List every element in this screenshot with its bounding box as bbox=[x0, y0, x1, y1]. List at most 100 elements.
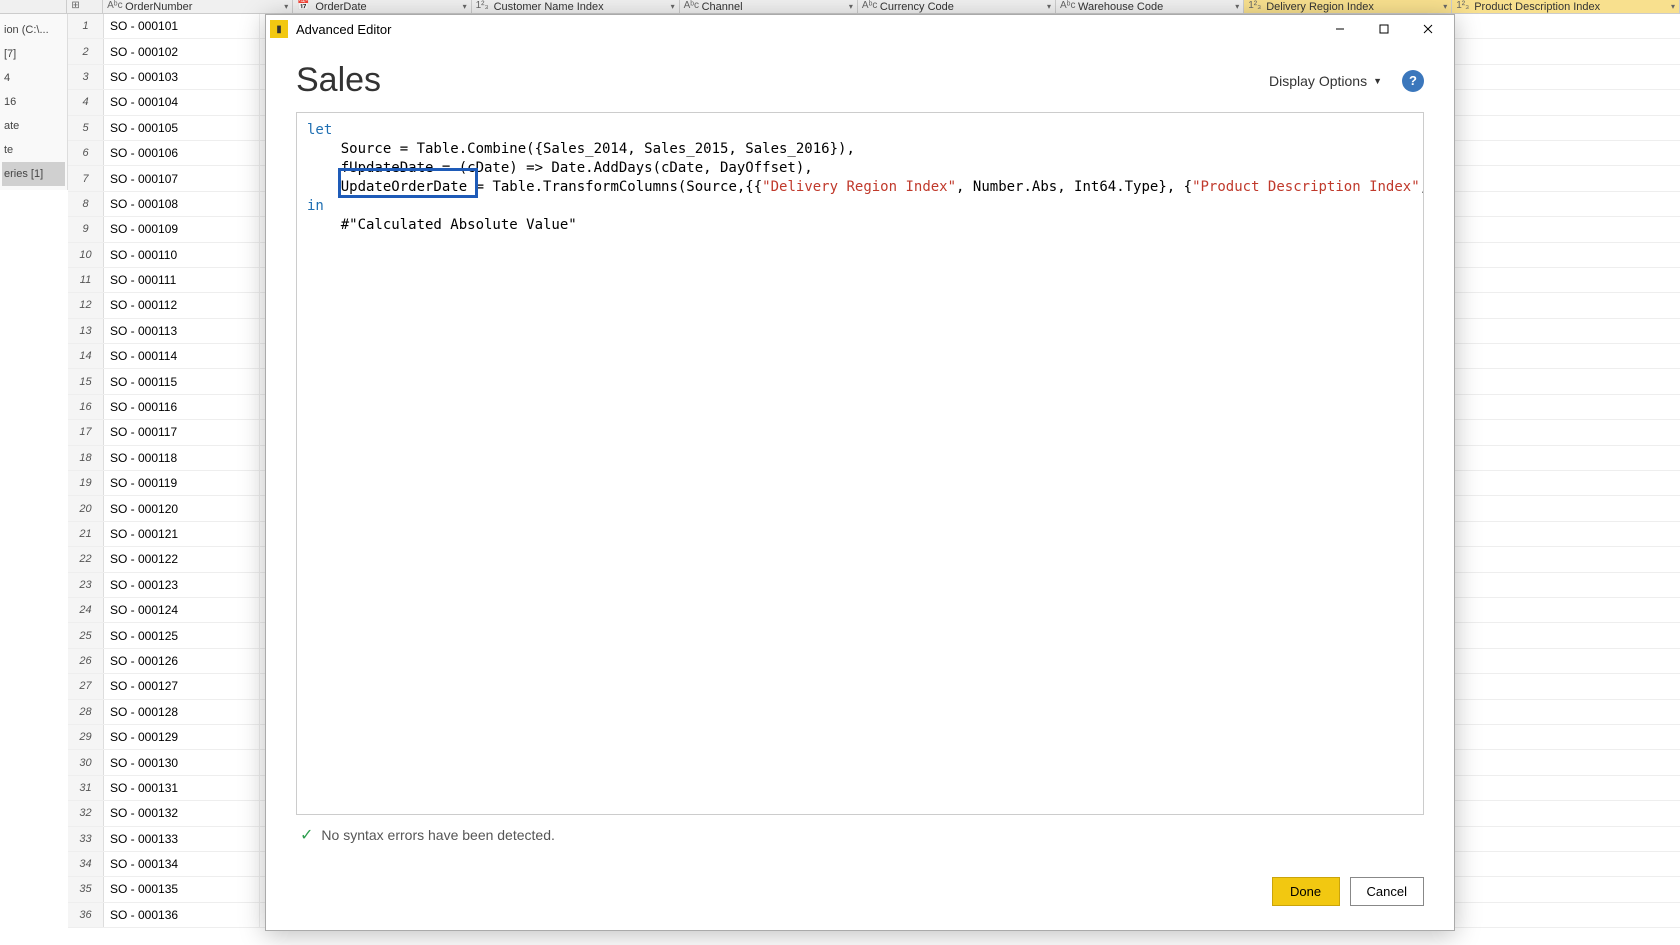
done-button[interactable]: Done bbox=[1272, 877, 1340, 906]
cell-ordernumber[interactable]: SO - 000108 bbox=[104, 192, 260, 216]
cell-ordernumber[interactable]: SO - 000113 bbox=[104, 319, 260, 343]
col-customername[interactable]: 1²₃Customer Name Index▾ bbox=[472, 0, 680, 13]
row-number: 30 bbox=[68, 750, 104, 774]
cell-ordernumber[interactable]: SO - 000117 bbox=[104, 420, 260, 444]
powerbi-icon: ▮ bbox=[270, 20, 288, 38]
cell-ordernumber[interactable]: SO - 000124 bbox=[104, 598, 260, 622]
cell-ordernumber[interactable]: SO - 000110 bbox=[104, 243, 260, 267]
number-type-icon: 1²₃ bbox=[1248, 0, 1262, 14]
col-channel[interactable]: AᵇcChannel▾ bbox=[680, 0, 858, 13]
code-editor[interactable]: let Source = Table.Combine({Sales_2014, … bbox=[296, 112, 1424, 815]
row-number: 9 bbox=[68, 217, 104, 241]
text-type-icon: Aᵇc bbox=[1060, 0, 1074, 14]
number-type-icon: 1²₃ bbox=[476, 0, 490, 14]
col-currency[interactable]: AᵇcCurrency Code▾ bbox=[858, 0, 1056, 13]
help-icon[interactable]: ? bbox=[1402, 70, 1424, 92]
cell-ordernumber[interactable]: SO - 000104 bbox=[104, 90, 260, 114]
cell-ordernumber[interactable]: SO - 000135 bbox=[104, 877, 260, 901]
cell-ordernumber[interactable]: SO - 000125 bbox=[104, 623, 260, 647]
chevron-down-icon[interactable]: ▾ bbox=[284, 2, 288, 11]
row-number: 24 bbox=[68, 598, 104, 622]
col-orderdate[interactable]: 📅OrderDate▾ bbox=[293, 0, 471, 13]
text-type-icon: Aᵇc bbox=[684, 0, 698, 14]
maximize-button[interactable] bbox=[1362, 15, 1406, 43]
cell-ordernumber[interactable]: SO - 000123 bbox=[104, 573, 260, 597]
cancel-button[interactable]: Cancel bbox=[1350, 877, 1424, 906]
cell-ordernumber[interactable]: SO - 000116 bbox=[104, 395, 260, 419]
cell-ordernumber[interactable]: SO - 000102 bbox=[104, 39, 260, 63]
row-number: 5 bbox=[68, 116, 104, 140]
syntax-status: ✓ No syntax errors have been detected. bbox=[296, 815, 1424, 845]
dialog-titlebar[interactable]: ▮ Advanced Editor bbox=[266, 15, 1454, 43]
queries-panel[interactable]: ion (C:\... [7] 4 16 ate te eries [1] bbox=[0, 14, 68, 190]
cell-ordernumber[interactable]: SO - 000119 bbox=[104, 471, 260, 495]
minimize-button[interactable] bbox=[1318, 15, 1362, 43]
cell-ordernumber[interactable]: SO - 000107 bbox=[104, 166, 260, 190]
cell-ordernumber[interactable]: SO - 000112 bbox=[104, 293, 260, 317]
col-ordernumber[interactable]: AᵇcOrderNumber▾ bbox=[103, 0, 293, 13]
row-number: 26 bbox=[68, 649, 104, 673]
cell-ordernumber[interactable]: SO - 000127 bbox=[104, 674, 260, 698]
advanced-editor-dialog: ▮ Advanced Editor Sales Display Options … bbox=[265, 14, 1455, 931]
chevron-down-icon[interactable]: ▾ bbox=[671, 2, 675, 11]
cell-ordernumber[interactable]: SO - 000136 bbox=[104, 903, 260, 927]
row-number: 19 bbox=[68, 471, 104, 495]
row-number: 27 bbox=[68, 674, 104, 698]
text-type-icon: Aᵇc bbox=[107, 0, 121, 14]
cell-ordernumber[interactable]: SO - 000126 bbox=[104, 649, 260, 673]
cell-ordernumber[interactable]: SO - 000131 bbox=[104, 776, 260, 800]
chevron-down-icon[interactable]: ▾ bbox=[1443, 2, 1447, 11]
cell-ordernumber[interactable]: SO - 000121 bbox=[104, 522, 260, 546]
col-warehouse[interactable]: AᵇcWarehouse Code▾ bbox=[1056, 0, 1244, 13]
cell-ordernumber[interactable]: SO - 000120 bbox=[104, 496, 260, 520]
panel-item-selected[interactable]: eries [1] bbox=[2, 162, 65, 186]
cell-ordernumber[interactable]: SO - 000128 bbox=[104, 700, 260, 724]
row-number: 21 bbox=[68, 522, 104, 546]
chevron-down-icon[interactable]: ▾ bbox=[1671, 2, 1675, 11]
cell-ordernumber[interactable]: SO - 000111 bbox=[104, 268, 260, 292]
cell-ordernumber[interactable]: SO - 000122 bbox=[104, 547, 260, 571]
cell-ordernumber[interactable]: SO - 000105 bbox=[104, 116, 260, 140]
cell-ordernumber[interactable]: SO - 000106 bbox=[104, 141, 260, 165]
row-number: 20 bbox=[68, 496, 104, 520]
chevron-down-icon[interactable]: ▾ bbox=[1047, 2, 1051, 11]
query-name: Sales bbox=[296, 61, 381, 100]
chevron-down-icon[interactable]: ▾ bbox=[849, 2, 853, 11]
row-number: 22 bbox=[68, 547, 104, 571]
col-deliveryregion[interactable]: 1²₃Delivery Region Index▾ bbox=[1244, 0, 1452, 13]
cell-ordernumber[interactable]: SO - 000103 bbox=[104, 65, 260, 89]
panel-item[interactable]: 4 bbox=[2, 66, 65, 90]
row-number: 23 bbox=[68, 573, 104, 597]
query-panel-header bbox=[0, 0, 67, 13]
cell-ordernumber[interactable]: SO - 000130 bbox=[104, 750, 260, 774]
row-number: 31 bbox=[68, 776, 104, 800]
panel-item[interactable]: [7] bbox=[2, 42, 65, 66]
row-number: 36 bbox=[68, 903, 104, 927]
cell-ordernumber[interactable]: SO - 000129 bbox=[104, 725, 260, 749]
cell-ordernumber[interactable]: SO - 000134 bbox=[104, 852, 260, 876]
row-number: 17 bbox=[68, 420, 104, 444]
panel-item[interactable]: te bbox=[2, 138, 65, 162]
chevron-down-icon[interactable]: ▾ bbox=[463, 2, 467, 11]
chevron-down-icon[interactable]: ▾ bbox=[1235, 2, 1239, 11]
panel-item[interactable]: ate bbox=[2, 114, 65, 138]
rowindex-header[interactable]: ⊞ bbox=[67, 0, 103, 13]
cell-ordernumber[interactable]: SO - 000115 bbox=[104, 369, 260, 393]
panel-item[interactable]: 16 bbox=[2, 90, 65, 114]
col-productdesc[interactable]: 1²₃Product Description Index▾ bbox=[1452, 0, 1680, 13]
cell-ordernumber[interactable]: SO - 000109 bbox=[104, 217, 260, 241]
close-button[interactable] bbox=[1406, 15, 1450, 43]
row-number: 25 bbox=[68, 623, 104, 647]
cell-ordernumber[interactable]: SO - 000118 bbox=[104, 446, 260, 470]
number-type-icon: 1²₃ bbox=[1456, 0, 1470, 14]
cell-ordernumber[interactable]: SO - 000132 bbox=[104, 801, 260, 825]
display-options-dropdown[interactable]: Display Options ▼ bbox=[1261, 69, 1390, 93]
cell-ordernumber[interactable]: SO - 000133 bbox=[104, 827, 260, 851]
row-number: 15 bbox=[68, 369, 104, 393]
cell-ordernumber[interactable]: SO - 000101 bbox=[104, 14, 260, 38]
date-type-icon: 📅 bbox=[297, 0, 311, 14]
cell-ordernumber[interactable]: SO - 000114 bbox=[104, 344, 260, 368]
row-number: 16 bbox=[68, 395, 104, 419]
panel-item[interactable]: ion (C:\... bbox=[2, 18, 65, 42]
row-number: 35 bbox=[68, 877, 104, 901]
